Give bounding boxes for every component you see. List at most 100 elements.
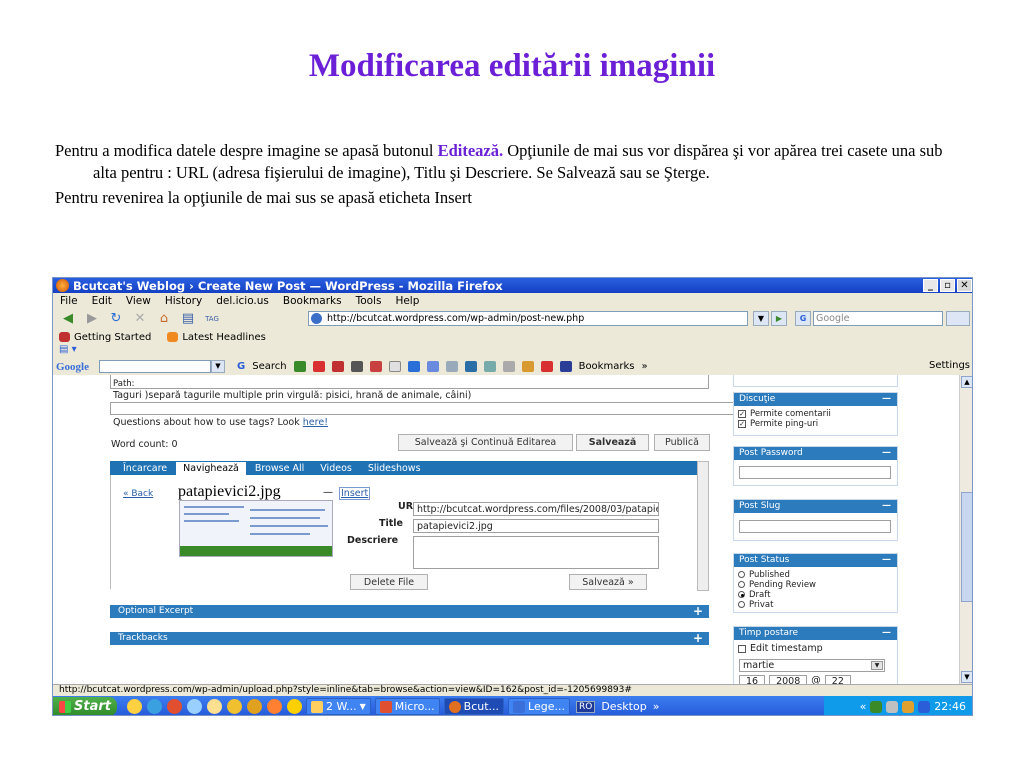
save-image-button[interactable]: Salvează » [569,574,647,590]
menu-file[interactable]: File [60,295,78,307]
optional-excerpt-bar[interactable]: Optional Excerpt + [110,605,709,618]
task-firefox[interactable]: Bcut... [443,698,505,715]
status-published-row[interactable]: Published [734,570,897,580]
url-bar[interactable]: http://bcutcat.wordpress.com/wp-admin/po… [308,311,748,326]
toolbar-menu-icon[interactable]: ▤ ▾ [59,344,77,355]
menu-history[interactable]: History [165,295,202,307]
expand-icon[interactable]: + [693,632,703,645]
firefox-icon[interactable] [166,699,182,714]
scroll-up-icon[interactable]: ▲ [961,376,972,388]
highlight-icon[interactable] [483,361,496,372]
tags-input[interactable] [110,402,744,415]
wikipedia-icon[interactable] [388,361,401,372]
description-field[interactable] [413,536,659,569]
pagerank-icon[interactable] [293,361,306,372]
media-panel-scrollbar[interactable] [697,461,709,591]
antivirus-icon[interactable] [886,700,899,713]
volume-icon[interactable] [918,700,931,713]
stop-icon[interactable]: ✕ [131,311,149,327]
menu-delicious[interactable]: del.icio.us [216,295,269,307]
save-button[interactable]: Salvează [576,434,649,451]
url-field[interactable]: http://bcutcat.wordpress.com/files/2008/… [413,502,659,516]
google-dropdown-icon[interactable]: ▼ [211,360,225,373]
tab-upload[interactable]: Încarcare [116,462,174,475]
search-input[interactable]: Google [813,311,943,326]
google-search-button[interactable]: Search [252,361,286,372]
minimize-icon[interactable]: _ [923,279,938,292]
messenger-icon[interactable] [206,699,222,714]
close-icon[interactable]: ✕ [957,279,972,292]
tab-browse[interactable]: Navighează [176,462,246,475]
scroll-down-icon[interactable]: ▼ [961,671,972,683]
tags-help-link[interactable]: here! [303,417,328,428]
radio-icon[interactable] [738,571,745,578]
post-status-header[interactable]: Post Status — [734,554,897,567]
day-field[interactable]: 16 [739,675,766,684]
save-continue-button[interactable]: Salvează şi Continuă Editarea [398,434,573,451]
back-link[interactable]: « Back [123,489,153,499]
radio-selected-icon[interactable] [738,591,745,598]
go-icon[interactable]: ▶ [771,311,787,326]
chevron-icon[interactable]: » [653,700,660,713]
task-powerpoint[interactable]: Micro... [374,698,440,715]
arrow-icon[interactable] [445,361,458,372]
save-page-icon[interactable]: ▤ [179,311,197,327]
msn-icon[interactable] [426,361,439,372]
google-search-field[interactable] [99,360,211,373]
bookmark-star-icon[interactable] [559,361,572,372]
collapse-icon[interactable]: — [882,500,891,513]
menu-edit[interactable]: Edit [92,295,112,307]
start-button[interactable]: Start [53,697,117,715]
publish-button[interactable]: Publică [654,434,710,451]
menu-tools[interactable]: Tools [356,295,382,307]
ie-icon[interactable] [146,699,162,714]
smiley-icon[interactable] [286,699,302,714]
gmail-icon[interactable] [540,361,553,372]
tab-browse-all[interactable]: Browse All [248,462,311,475]
month-select[interactable]: martie ▼ [739,659,885,672]
browser-icon[interactable] [266,699,282,714]
home-icon[interactable]: ⌂ [155,311,173,327]
status-private-row[interactable]: Privat [734,600,897,610]
spell-icon[interactable] [502,361,515,372]
chevron-down-icon[interactable]: ▼ [871,661,883,670]
network-icon[interactable] [870,700,883,713]
collapse-icon[interactable]: — [882,627,891,640]
reload-icon[interactable]: ↻ [107,311,125,327]
task-word[interactable]: 2 W... ▼ [305,698,371,715]
bookmark-getting-started[interactable]: Getting Started [59,332,151,343]
back-icon[interactable]: ◀ [59,311,77,327]
collapse-icon[interactable]: — [882,447,891,460]
desktop-icon[interactable] [186,699,202,714]
page-scrollbar[interactable]: ▲ ▼ [959,375,972,684]
allow-pings-row[interactable]: ✓ Permite ping-uri [734,419,897,429]
menu-bookmarks[interactable]: Bookmarks [283,295,342,307]
image-thumbnail[interactable] [179,500,333,557]
update-icon[interactable] [902,700,915,713]
google-settings-button[interactable]: Settings [929,360,970,371]
lastfm-icon[interactable] [331,361,344,372]
collapse-icon[interactable]: — [882,393,891,406]
app-icon[interactable] [246,699,262,714]
post-password-input[interactable] [739,466,891,479]
autofill-icon[interactable] [521,361,534,372]
allow-comments-row[interactable]: ✓ Permite comentarii [734,409,897,419]
edit-timestamp-row[interactable]: Edit timestamp [734,644,897,654]
year-field[interactable]: 2008 [769,675,808,684]
tab-slideshows[interactable]: Slideshows [361,462,428,475]
radio-icon[interactable] [738,581,745,588]
google-search-icon[interactable]: G [237,361,245,372]
collapse-icon[interactable]: — [882,554,891,567]
menu-view[interactable]: View [126,295,151,307]
magnifier-icon[interactable] [350,361,363,372]
hour-field[interactable]: 22 [824,675,851,684]
status-draft-row[interactable]: Draft [734,590,897,600]
bookmark-latest-headlines[interactable]: Latest Headlines [167,332,266,343]
url-dropdown-icon[interactable]: ▼ [753,311,769,326]
expand-icon[interactable]: + [693,605,703,618]
forward-icon[interactable]: ▶ [83,311,101,327]
scrollbar-thumb[interactable] [961,492,972,602]
search-icon[interactable] [946,311,970,326]
task-legend[interactable]: Lege... [508,698,570,715]
google-bookmarks-button[interactable]: Bookmarks [579,361,635,372]
